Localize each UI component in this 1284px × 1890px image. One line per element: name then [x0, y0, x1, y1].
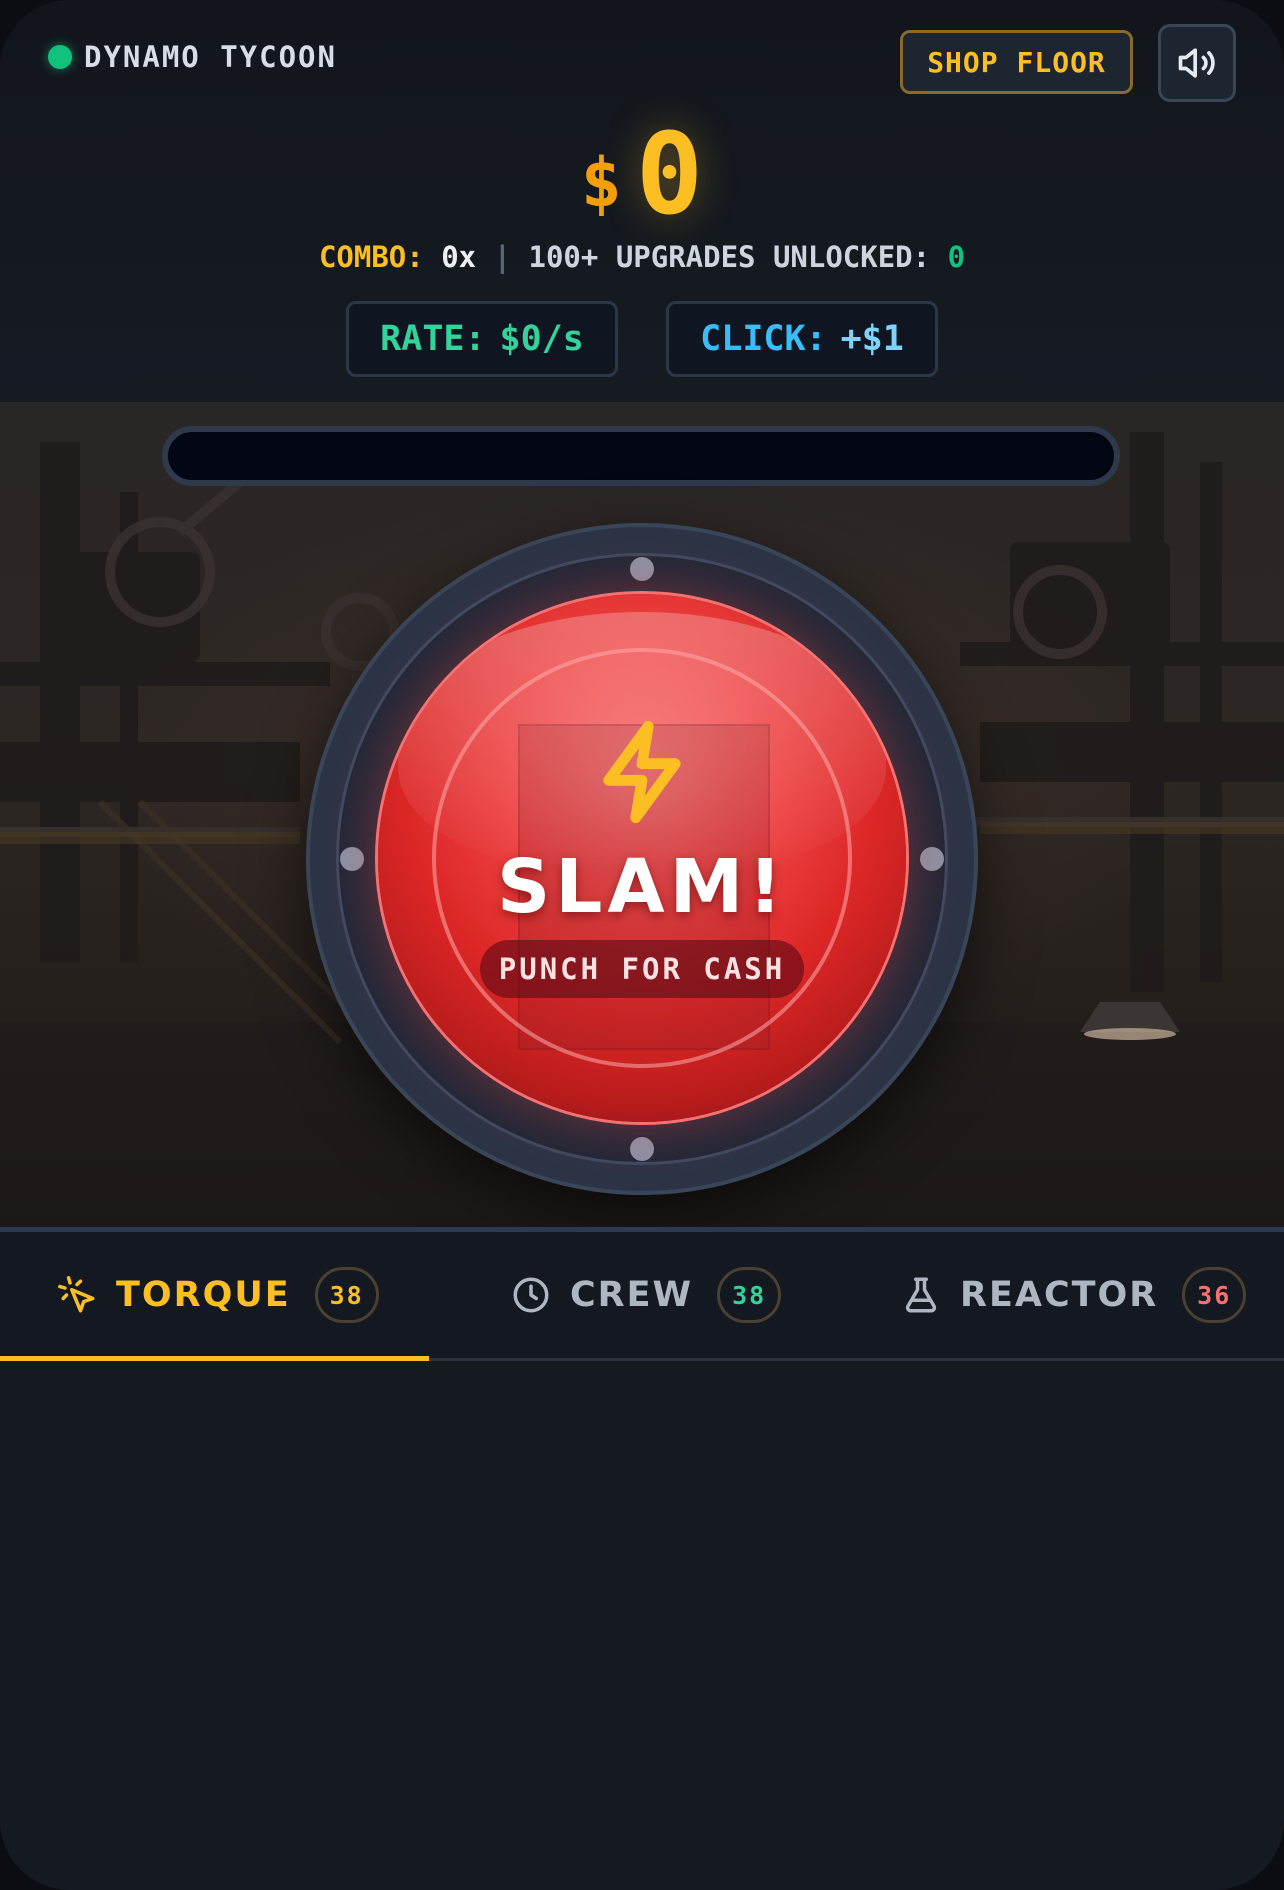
- game-screen: DYNAMO TYCOON SHOP FLOOR $0 COMBO: 0x | …: [0, 0, 1284, 1890]
- upgrade-tabs: TORQUE 38 CREW 38 REACTOR 36: [0, 1227, 1284, 1362]
- money-display: $0: [0, 110, 1284, 240]
- clock-icon: [513, 1277, 549, 1313]
- tab-count-badge: 38: [717, 1267, 782, 1323]
- bolt-icon: [340, 847, 364, 871]
- combo-value: 0x: [441, 240, 477, 274]
- combo-label: COMBO:: [318, 240, 424, 274]
- tab-label: REACTOR: [960, 1275, 1159, 1315]
- currency-symbol: $: [580, 143, 622, 223]
- upgrade-list-panel: [0, 1361, 1284, 1890]
- tab-crew[interactable]: CREW 38: [510, 1232, 782, 1358]
- upgrades-value: 0: [947, 240, 966, 274]
- rate-pill: RATE: $0/s: [346, 301, 618, 377]
- tab-label: CREW: [570, 1275, 694, 1315]
- speaker-volume-icon: [1178, 48, 1215, 78]
- status-dot-icon: [48, 45, 72, 69]
- tab-count-badge: 36: [1182, 1267, 1247, 1323]
- bolt-icon: [630, 1137, 654, 1161]
- cursor-click-icon: [58, 1276, 95, 1313]
- slam-title: SLAM!: [496, 844, 788, 930]
- flask-icon: [905, 1277, 937, 1313]
- progress-bar: [162, 426, 1120, 486]
- brand: DYNAMO TYCOON: [48, 40, 337, 74]
- shop-floor-button[interactable]: SHOP FLOOR: [900, 30, 1133, 94]
- game-title: DYNAMO TYCOON: [84, 40, 337, 74]
- tab-label: TORQUE: [116, 1275, 291, 1315]
- slam-subtitle: PUNCH FOR CASH: [480, 940, 804, 998]
- stats-separator: |: [493, 240, 512, 274]
- header: DYNAMO TYCOON SHOP FLOOR $0 COMBO: 0x | …: [0, 0, 1284, 402]
- sound-toggle-button[interactable]: [1158, 24, 1236, 102]
- bolt-icon: [920, 847, 944, 871]
- slam-button[interactable]: SLAM! PUNCH FOR CASH: [378, 594, 906, 1122]
- tab-torque[interactable]: TORQUE 38: [56, 1232, 379, 1358]
- tab-count-badge: 38: [314, 1267, 379, 1323]
- click-pill: CLICK: +$1: [666, 301, 938, 377]
- tab-reactor[interactable]: REACTOR 36: [900, 1232, 1247, 1358]
- click-value: +$1: [840, 319, 904, 359]
- stats-line: COMBO: 0x | 100+ UPGRADES UNLOCKED: 0: [0, 240, 1284, 274]
- bolt-icon: [630, 557, 654, 581]
- click-label: CLICK:: [700, 319, 827, 359]
- lightning-bolt-icon: [603, 720, 681, 824]
- rate-label: RATE:: [380, 319, 486, 359]
- rate-value: $0/s: [499, 319, 584, 359]
- upgrades-label: 100+ UPGRADES UNLOCKED:: [528, 240, 931, 274]
- money-amount: 0: [635, 110, 704, 240]
